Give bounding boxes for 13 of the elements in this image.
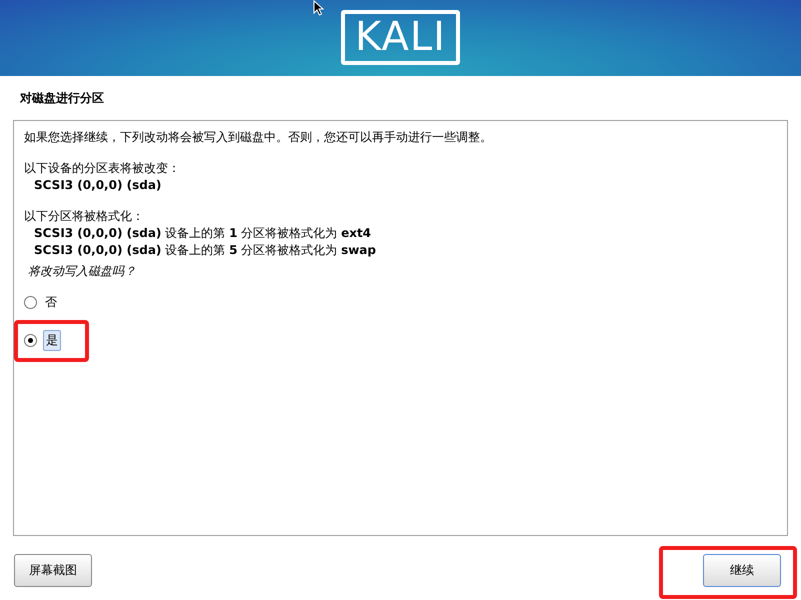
device-line: SCSI3 (0,0,0) (sda) <box>33 177 162 194</box>
radio-option[interactable]: 否 <box>24 292 59 312</box>
intro-text: 如果您选择继续，下列改动将会被写入到磁盘中。否则，您还可以再手动进行一些调整。 <box>24 129 493 146</box>
continue-button[interactable]: 继续 <box>703 554 781 587</box>
cursor-icon <box>313 0 324 16</box>
question-text: 将改动写入磁盘吗？ <box>27 263 137 280</box>
device-line: SCSI3 (0,0,0) (sda) 设备上的第 1 分区将被格式化为 ext4 <box>33 225 372 242</box>
section-heading: 以下设备的分区表将被改变： <box>24 160 181 177</box>
logo: KALI <box>341 10 460 65</box>
device-line: SCSI3 (0,0,0) (sda) 设备上的第 5 分区将被格式化为 swap <box>33 242 377 259</box>
screenshot-button[interactable]: 屏幕截图 <box>14 554 92 587</box>
section-heading: 以下分区将被格式化： <box>24 208 145 225</box>
page-title: 对磁盘进行分区 <box>20 90 105 106</box>
